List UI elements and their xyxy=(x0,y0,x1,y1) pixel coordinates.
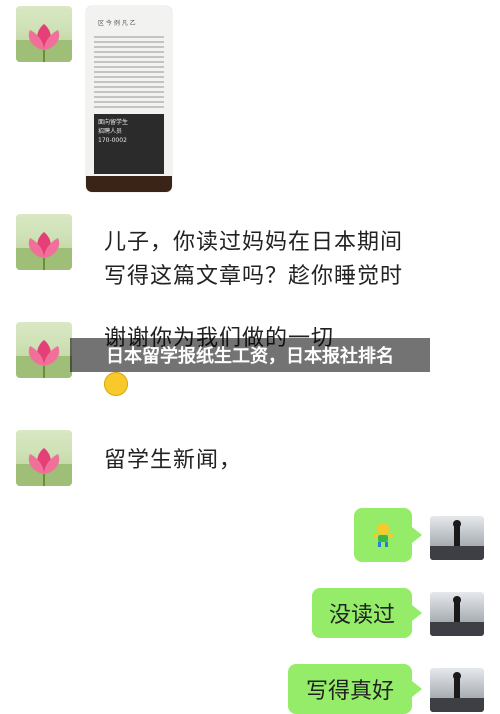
newspaper-text-block xyxy=(94,36,164,111)
contact-avatar[interactable] xyxy=(16,322,72,378)
contact-avatar[interactable] xyxy=(16,430,72,486)
message-text: 没读过 xyxy=(328,603,395,628)
newspaper-ad-phone: 170-0002 xyxy=(98,137,127,144)
message-line: 儿子，你读过妈妈在日本期间 xyxy=(104,230,404,255)
message-text: 写得真好 xyxy=(305,679,394,704)
newspaper-ad: 面向留学生 招聘人员 170-0002 xyxy=(94,114,164,174)
message-bubble[interactable]: 写得真好 xyxy=(288,664,422,714)
newspaper-ad-title: 面向留学生 xyxy=(98,119,129,126)
newspaper-header: 区 今 例 凡 乙 xyxy=(98,20,136,27)
contact-avatar[interactable] xyxy=(16,214,72,270)
message-bubble[interactable]: 没读过 xyxy=(312,588,422,638)
user-avatar[interactable] xyxy=(430,668,484,712)
message-line: 写得这篇文章吗？趁你睡觉时 xyxy=(104,264,404,289)
smile-emoji-icon xyxy=(104,372,128,396)
dancing-person-emoji-icon xyxy=(373,523,393,547)
newspaper-image[interactable]: 区 今 例 凡 乙 面向留学生 招聘人员 170-0002 xyxy=(86,6,172,192)
message-line: 留学生新闻， xyxy=(104,448,243,473)
message-text[interactable]: 留学生新闻， xyxy=(104,444,242,478)
title-banner: 日本留学报纸生工资，日本报社排名 xyxy=(70,338,430,372)
contact-avatar[interactable] xyxy=(16,6,72,62)
user-avatar[interactable] xyxy=(430,592,484,636)
newspaper-ad-subtitle: 招聘人员 xyxy=(98,128,123,135)
emoji-message-bubble[interactable] xyxy=(354,508,422,562)
message-text[interactable]: 儿子，你读过妈妈在日本期间 写得这篇文章吗？趁你睡觉时 xyxy=(104,226,403,294)
banner-title: 日本留学报纸生工资，日本报社排名 xyxy=(106,346,394,367)
user-avatar[interactable] xyxy=(430,516,484,560)
newspaper-bottom-strip xyxy=(86,176,172,192)
